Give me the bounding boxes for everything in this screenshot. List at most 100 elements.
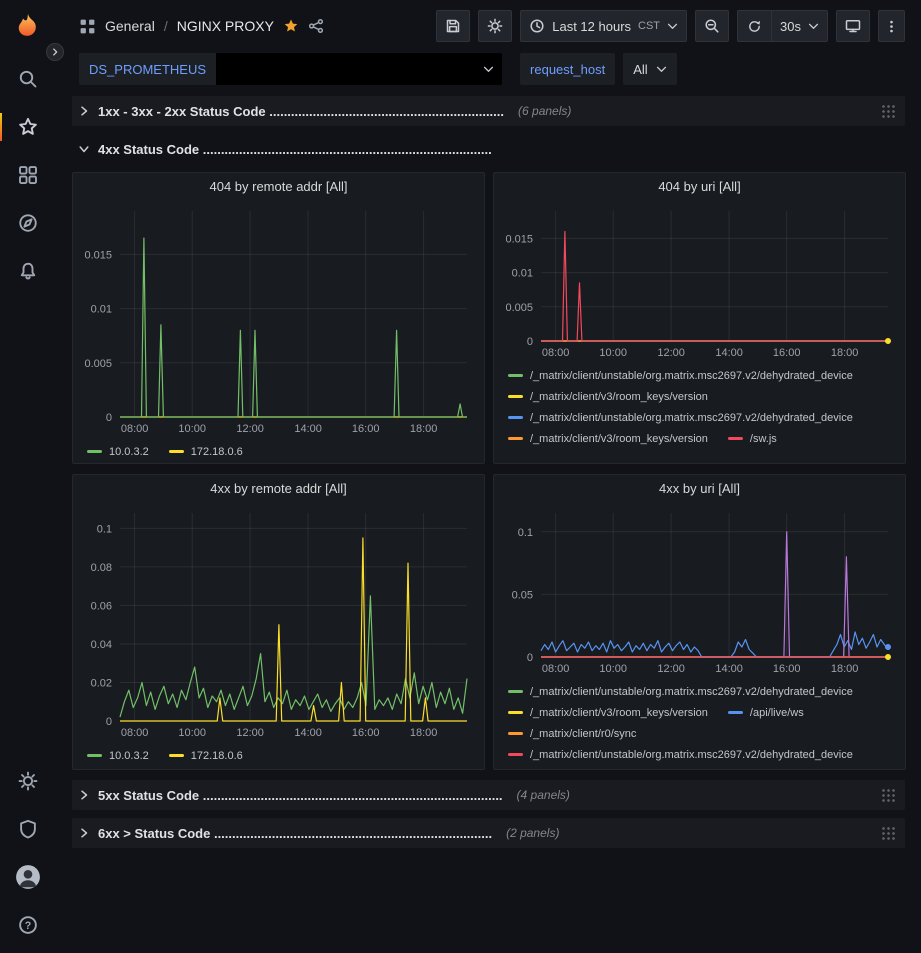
legend-swatch	[508, 753, 523, 756]
legend-swatch	[87, 754, 102, 757]
refresh-button[interactable]	[737, 10, 771, 42]
sidebar-item-search[interactable]	[0, 55, 55, 103]
row-6xx[interactable]: 6xx > Status Code ......................…	[72, 818, 905, 848]
star-icon	[18, 117, 38, 137]
share-icon[interactable]	[308, 18, 324, 34]
row-5xx[interactable]: 5xx Status Code ........................…	[72, 780, 905, 810]
favorite-star-icon[interactable]	[283, 18, 299, 34]
sidebar-item-starred[interactable]	[0, 103, 55, 151]
x-tick-label: 14:00	[715, 663, 743, 675]
dashboard-settings-button[interactable]	[478, 10, 512, 42]
zoom-out-icon	[704, 18, 720, 34]
legend-label: /_matrix/client/r0/sync	[530, 728, 636, 740]
y-tick-label: 0	[527, 336, 533, 348]
x-tick-label: 12:00	[657, 663, 685, 675]
gear-icon	[487, 18, 503, 34]
legend-item[interactable]: /_matrix/client/v3/room_keys/version	[508, 391, 708, 403]
legend-item[interactable]: /_matrix/client/unstable/org.matrix.msc2…	[508, 686, 853, 698]
chevron-down-icon	[808, 23, 819, 30]
save-dashboard-button[interactable]	[436, 10, 470, 42]
sidebar-item-explore[interactable]	[0, 199, 55, 247]
row-drag-handle[interactable]	[881, 104, 895, 118]
cycle-view-mode-button[interactable]	[836, 10, 870, 42]
grafana-flame-icon	[13, 12, 43, 42]
legend-row: 10.0.3.2 172.18.0.6	[87, 745, 484, 766]
apps-grid-icon[interactable]	[79, 18, 96, 35]
legend-label: /_matrix/client/v3/room_keys/version	[530, 707, 708, 719]
breadcrumb-separator: /	[164, 18, 168, 34]
sidebar-item-server-admin[interactable]	[0, 805, 55, 853]
row-1xx-3xx-2xx[interactable]: 1xx - 3xx - 2xx Status Code ............…	[72, 96, 905, 126]
time-series-chart[interactable]: 00.0050.010.01508:0010:0012:0014:0016:00…	[495, 201, 904, 363]
legend-item[interactable]: 10.0.3.2	[87, 446, 149, 458]
time-range-picker[interactable]: Last 12 hours CST	[520, 10, 687, 42]
panel-legend: /_matrix/client/unstable/org.matrix.msc2…	[494, 679, 905, 765]
row-panel-count: (6 panels)	[518, 104, 571, 118]
legend-swatch	[508, 437, 523, 440]
legend-item[interactable]: /_matrix/client/unstable/org.matrix.msc2…	[508, 412, 853, 424]
legend-row: /_matrix/client/v3/room_keys/version	[508, 386, 905, 407]
time-series-chart[interactable]: 00.0050.010.01508:0010:0012:0014:0016:00…	[74, 201, 483, 439]
row-4xx[interactable]: 4xx Status Code ........................…	[72, 134, 905, 164]
y-tick-label: 0.01	[512, 268, 533, 280]
legend-item[interactable]: /_matrix/client/unstable/org.matrix.msc2…	[508, 370, 853, 382]
request-host-select[interactable]: All	[623, 53, 676, 85]
panel-title[interactable]: 4xx by uri [All]	[494, 475, 905, 503]
x-tick-label: 12:00	[236, 727, 264, 739]
row-drag-handle[interactable]	[881, 788, 895, 802]
panel-4xx-by-remote-addr: 4xx by remote addr [All] 00.020.040.060.…	[72, 474, 485, 770]
y-tick-label: 0	[106, 716, 112, 728]
x-tick-label: 14:00	[294, 727, 322, 739]
kebab-menu-button[interactable]	[878, 10, 905, 42]
legend-item[interactable]: 172.18.0.6	[169, 750, 243, 762]
x-tick-label: 08:00	[121, 727, 149, 739]
sidebar-item-profile[interactable]	[0, 853, 55, 901]
legend-item[interactable]: /_matrix/client/r0/sync	[508, 728, 636, 740]
x-tick-label: 14:00	[294, 423, 322, 435]
breadcrumb-folder[interactable]: General	[105, 18, 155, 34]
compass-icon	[18, 213, 38, 233]
y-tick-label: 0	[527, 652, 533, 664]
sidebar-item-dashboards[interactable]	[0, 151, 55, 199]
sidebar-expand-button[interactable]	[46, 43, 64, 61]
datasource-select[interactable]	[216, 53, 502, 85]
y-tick-label: 0.06	[91, 600, 112, 612]
legend-item[interactable]: 172.18.0.6	[169, 446, 243, 458]
panel-title[interactable]: 4xx by remote addr [All]	[73, 475, 484, 503]
legend-label: 10.0.3.2	[109, 750, 149, 762]
refresh-interval-value: 30s	[780, 19, 801, 34]
sidebar-bottom-group: ?	[0, 757, 55, 953]
sidebar-item-alerting[interactable]	[0, 247, 55, 295]
legend-item[interactable]: /_matrix/client/v3/room_keys/version	[508, 707, 708, 719]
zoom-out-time-button[interactable]	[695, 10, 729, 42]
x-tick-label: 10:00	[599, 347, 627, 359]
chevron-right-icon	[78, 789, 90, 801]
legend-item[interactable]: /_matrix/client/v3/room_keys/version	[508, 433, 708, 445]
sidebar-item-help[interactable]: ?	[0, 901, 55, 949]
panel-title[interactable]: 404 by uri [All]	[494, 173, 905, 201]
row-drag-handle[interactable]	[881, 826, 895, 840]
time-series-chart[interactable]: 00.020.040.060.080.108:0010:0012:0014:00…	[74, 503, 483, 743]
grafana-logo[interactable]	[13, 12, 43, 47]
legend-row: /_matrix/client/v3/room_keys/version/sw.…	[508, 428, 905, 449]
dashboard-title[interactable]: NGINX PROXY	[177, 18, 274, 34]
legend-label: /_matrix/client/unstable/org.matrix.msc2…	[530, 749, 853, 761]
refresh-interval-select[interactable]: 30s	[771, 10, 828, 42]
legend-label: /_matrix/client/v3/room_keys/version	[530, 433, 708, 445]
y-tick-label: 0.005	[84, 358, 112, 370]
legend-swatch	[508, 732, 523, 735]
dashboard-header: General / NGINX PROXY	[55, 0, 921, 52]
save-icon	[445, 18, 461, 34]
panel-title[interactable]: 404 by remote addr [All]	[73, 173, 484, 201]
series-line	[541, 632, 888, 657]
y-tick-label: 0.04	[91, 639, 112, 651]
legend-item[interactable]: /_matrix/client/unstable/org.matrix.msc2…	[508, 749, 853, 761]
legend-row: /_matrix/client/unstable/org.matrix.msc2…	[508, 744, 905, 765]
legend-swatch	[508, 416, 523, 419]
sidebar-item-configuration[interactable]	[0, 757, 55, 805]
legend-item[interactable]: /sw.js	[728, 433, 777, 445]
legend-item[interactable]: /api/live/ws	[728, 707, 804, 719]
legend-row: /_matrix/client/v3/room_keys/version/api…	[508, 702, 905, 723]
legend-item[interactable]: 10.0.3.2	[87, 750, 149, 762]
time-series-chart[interactable]: 00.050.108:0010:0012:0014:0016:0018:00	[495, 503, 904, 679]
